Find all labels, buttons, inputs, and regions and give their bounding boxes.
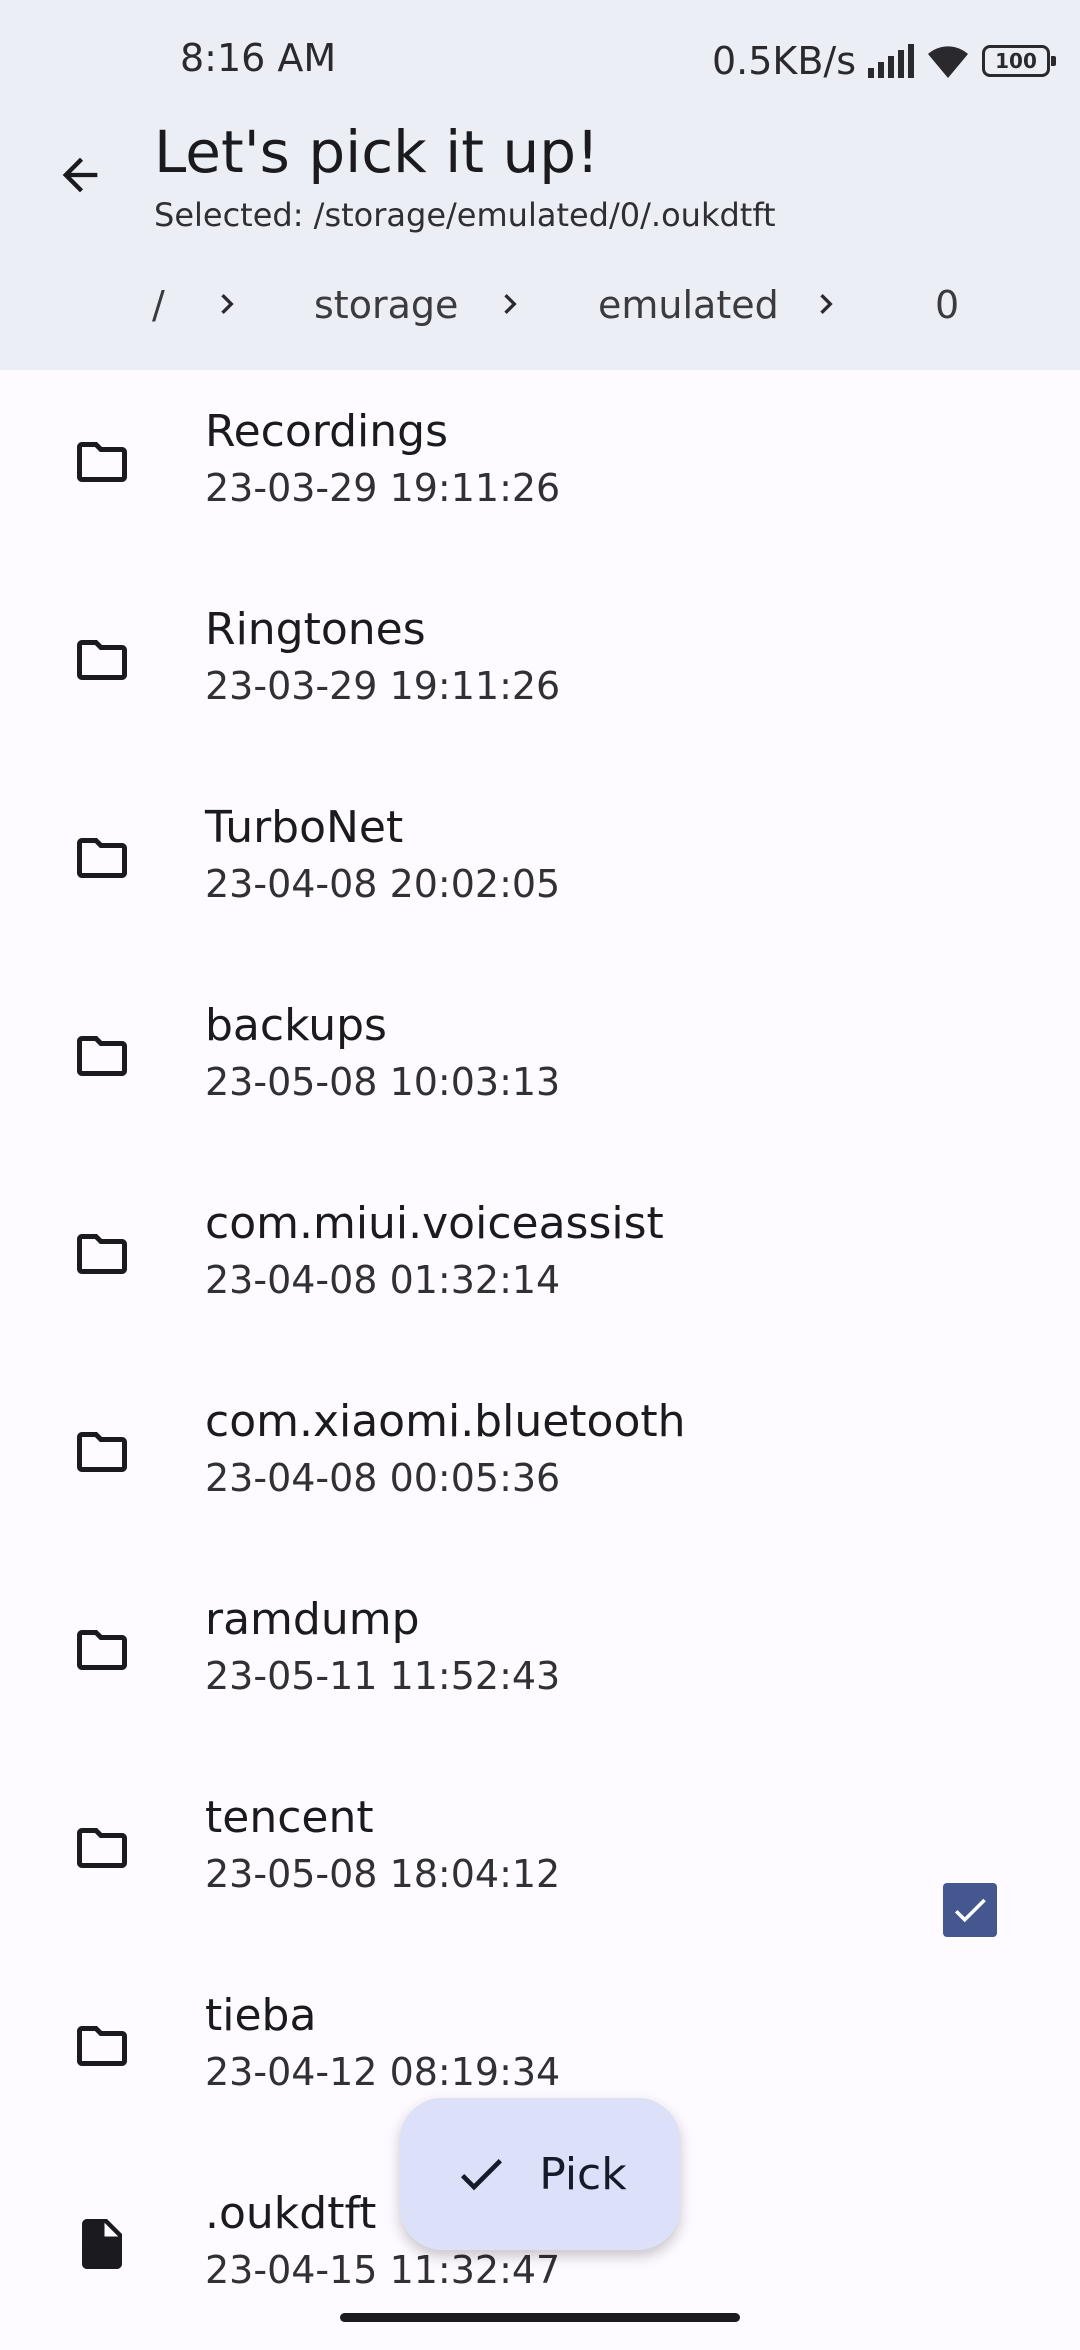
file-date: 23-05-08 18:04:12 bbox=[205, 1852, 561, 1896]
folder-icon bbox=[77, 2026, 127, 2066]
file-name: tencent bbox=[205, 1792, 374, 1843]
file-name: ramdump bbox=[205, 1594, 420, 1645]
select-checkbox[interactable] bbox=[943, 1883, 997, 1937]
list-item[interactable]: com.xiaomi.bluetooth 23-04-08 00:05:36 bbox=[0, 1360, 1080, 1558]
file-date: 23-03-29 19:11:26 bbox=[205, 466, 561, 510]
back-button[interactable] bbox=[40, 135, 120, 215]
file-date: 23-04-08 20:02:05 bbox=[205, 862, 561, 906]
check-icon bbox=[461, 2159, 503, 2191]
folder-icon bbox=[77, 838, 127, 878]
top-app-bar: 8:16 AM 0.5KB/s 100 Let's pick it up! Se… bbox=[0, 0, 1080, 370]
breadcrumb: / storage emulated 0 bbox=[0, 270, 1080, 340]
check-icon bbox=[954, 1898, 986, 1923]
chevron-right-icon bbox=[504, 294, 517, 314]
breadcrumb-root[interactable]: / bbox=[152, 270, 165, 340]
file-date: 23-04-08 01:32:14 bbox=[205, 1258, 561, 1302]
list-item[interactable]: backups 23-05-08 10:03:13 bbox=[0, 964, 1080, 1162]
list-item[interactable]: Ringtones 23-03-29 19:11:26 bbox=[0, 568, 1080, 766]
list-item[interactable]: Recordings 23-03-29 19:11:26 bbox=[0, 370, 1080, 568]
file-icon bbox=[82, 2219, 122, 2269]
chevron-right-icon bbox=[820, 294, 833, 314]
file-date: 23-04-08 00:05:36 bbox=[205, 1456, 561, 1500]
list-item[interactable]: com.miui.voiceassist 23-04-08 01:32:14 bbox=[0, 1162, 1080, 1360]
status-icons: 0.5KB/s 100 bbox=[711, 36, 1056, 86]
pick-button-label: Pick bbox=[539, 2148, 627, 2200]
file-name: .oukdtft bbox=[205, 2188, 377, 2239]
file-date: 23-04-15 11:32:47 bbox=[205, 2248, 561, 2292]
pick-button[interactable]: Pick bbox=[400, 2098, 680, 2250]
folder-icon bbox=[77, 1432, 127, 1472]
file-name: tieba bbox=[205, 1990, 317, 2041]
battery-level: 100 bbox=[995, 49, 1037, 73]
chevron-right-icon bbox=[221, 294, 234, 314]
file-date: 23-05-11 11:52:43 bbox=[205, 1654, 561, 1698]
folder-icon bbox=[77, 1630, 127, 1670]
list-item[interactable]: ramdump 23-05-11 11:52:43 bbox=[0, 1558, 1080, 1756]
back-arrow-icon bbox=[62, 157, 98, 193]
folder-icon bbox=[77, 1828, 127, 1868]
list-item[interactable]: TurboNet 23-04-08 20:02:05 bbox=[0, 766, 1080, 964]
file-name: com.miui.voiceassist bbox=[205, 1198, 664, 1249]
breadcrumb-storage[interactable]: storage bbox=[314, 270, 458, 340]
folder-icon bbox=[77, 442, 127, 482]
selected-path: Selected: /storage/emulated/0/.oukdtft bbox=[154, 196, 776, 234]
breadcrumb-0[interactable]: 0 bbox=[935, 270, 959, 340]
folder-icon bbox=[77, 1234, 127, 1274]
folder-icon bbox=[77, 640, 127, 680]
file-name: Recordings bbox=[205, 406, 448, 457]
file-date: 23-04-12 08:19:34 bbox=[205, 2050, 561, 2094]
file-name: com.xiaomi.bluetooth bbox=[205, 1396, 686, 1447]
home-indicator[interactable] bbox=[340, 2313, 740, 2322]
file-date: 23-05-08 10:03:13 bbox=[205, 1060, 561, 1104]
list-item[interactable]: tencent 23-05-08 18:04:12 bbox=[0, 1756, 1080, 1954]
folder-icon bbox=[77, 1036, 127, 1076]
file-date: 23-03-29 19:11:26 bbox=[205, 664, 561, 708]
network-speed: 0.5KB/s bbox=[711, 39, 856, 83]
file-name: Ringtones bbox=[205, 604, 426, 655]
breadcrumb-emulated[interactable]: emulated bbox=[598, 270, 779, 340]
page-title: Let's pick it up! bbox=[154, 118, 600, 186]
file-name: TurboNet bbox=[205, 802, 404, 853]
battery-icon: 100 bbox=[982, 45, 1056, 77]
file-name: backups bbox=[205, 1000, 387, 1051]
wifi-icon bbox=[928, 46, 968, 78]
signal-icon bbox=[868, 44, 914, 78]
status-time: 8:16 AM bbox=[180, 36, 337, 80]
